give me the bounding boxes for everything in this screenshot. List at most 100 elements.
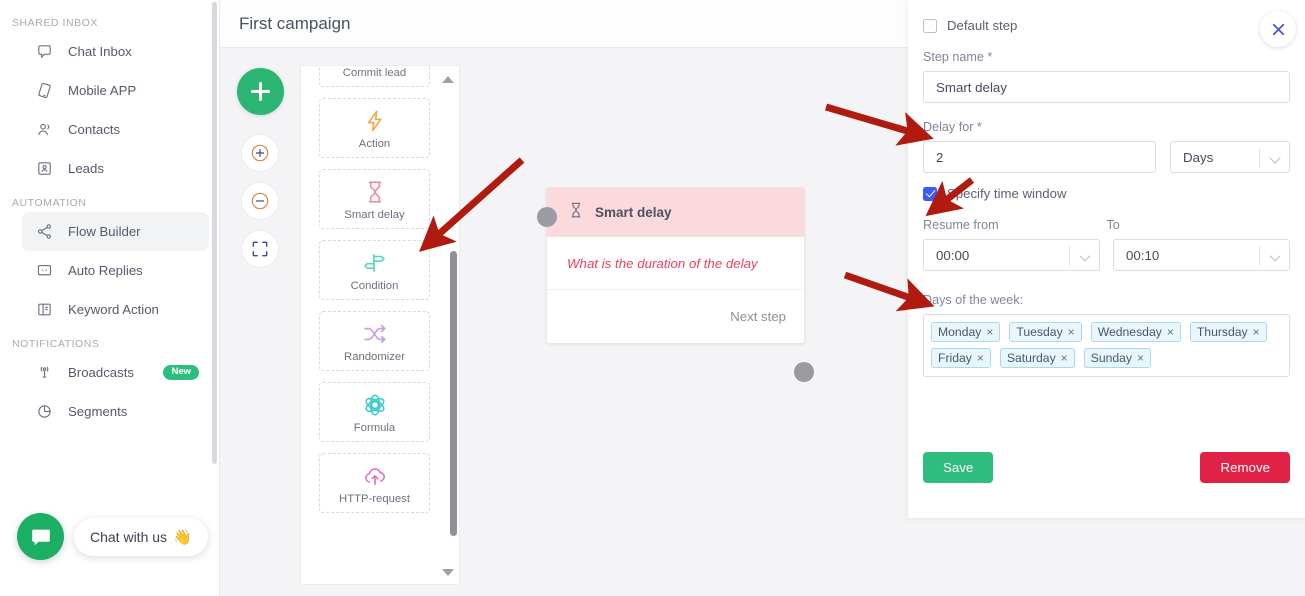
day-tag-sunday[interactable]: Sunday × [1083, 348, 1152, 368]
delay-amount-input[interactable]: 2 [923, 141, 1156, 173]
specify-time-window-row: Specify time window [908, 173, 1305, 201]
sidebar-item-chat-inbox[interactable]: Chat Inbox [22, 32, 209, 71]
segments-icon [34, 402, 54, 422]
palette-item-condition[interactable]: Condition [319, 240, 430, 300]
signpost-icon [362, 248, 388, 278]
day-tag-label: Tuesday [1016, 325, 1063, 339]
save-button[interactable]: Save [923, 452, 994, 483]
hourglass-icon [567, 200, 585, 225]
sidebar-item-segments[interactable]: Segments [22, 392, 209, 431]
remove-tag-icon[interactable]: × [1137, 351, 1144, 365]
sidebar-new-badge: New [163, 365, 199, 380]
sidebar-item-label: Contacts [68, 122, 121, 137]
contacts-icon [34, 120, 54, 140]
scroll-down-arrow-icon[interactable] [442, 569, 454, 576]
mobile-app-icon [34, 81, 54, 101]
palette-item-randomizer[interactable]: Randomizer [319, 311, 430, 371]
day-tag-thursday[interactable]: Thursday × [1189, 322, 1267, 342]
day-tag-saturday[interactable]: Saturday × [999, 348, 1075, 368]
day-tag-label: Thursday [1196, 325, 1248, 339]
resume-from-label: Resume from [923, 218, 999, 232]
specify-time-window-checkbox[interactable] [923, 186, 937, 201]
palette-item-action[interactable]: Action [319, 98, 430, 158]
node-question-text: What is the duration of the delay [567, 255, 758, 271]
select-separator [1259, 148, 1260, 168]
palette-item-formula[interactable]: Formula [319, 382, 430, 442]
step-name-label: Step name * [923, 50, 993, 64]
remove-tag-icon[interactable]: × [977, 351, 984, 365]
remove-button[interactable]: Remove [1200, 452, 1290, 483]
flow-canvas[interactable]: Commit lead Action Smart delay Condition… [220, 48, 910, 596]
delay-for-label: Delay for * [923, 120, 982, 134]
palette-item-commit-lead[interactable]: Commit lead [319, 66, 430, 87]
chat-pill-label: Chat with us [90, 528, 168, 545]
sidebar-item-label: Keyword Action [68, 302, 159, 317]
remove-tag-icon[interactable]: × [1068, 325, 1075, 339]
palette-item-smart-delay[interactable]: Smart delay [319, 169, 430, 229]
palette-item-label: HTTP-request [339, 493, 410, 505]
sidebar-item-leads[interactable]: Leads [22, 149, 209, 188]
zoom-out-icon[interactable] [241, 182, 279, 220]
resume-from-value: 00:00 [936, 247, 970, 263]
add-step-button[interactable] [237, 68, 284, 115]
sidebar-item-flow-builder[interactable]: Flow Builder [22, 212, 209, 251]
day-tag-friday[interactable]: Friday × [931, 348, 991, 368]
lightning-icon [362, 106, 388, 136]
chevron-down-icon [1269, 152, 1281, 164]
node-output-connector[interactable] [794, 362, 814, 382]
close-icon[interactable] [1260, 11, 1296, 47]
flow-node-smart-delay[interactable]: Smart delay What is the duration of the … [537, 187, 814, 382]
remove-tag-icon[interactable]: × [1253, 325, 1260, 339]
sidebar-item-mobile-app[interactable]: Mobile APP [22, 71, 209, 110]
to-select[interactable]: 00:10 [1113, 239, 1290, 271]
node-input-connector[interactable] [537, 207, 557, 227]
day-tag-monday[interactable]: Monday × [931, 322, 1001, 342]
remove-tag-icon[interactable]: × [1167, 325, 1174, 339]
step-name-group: Step name * Smart delay [908, 50, 1305, 103]
delay-unit-select[interactable]: Days [1170, 141, 1290, 173]
sidebar-item-broadcasts[interactable]: Broadcasts New [22, 353, 209, 392]
palette-item-http-request[interactable]: HTTP-request [319, 453, 430, 513]
day-tag-tuesday[interactable]: Tuesday × [1009, 322, 1082, 342]
chat-with-us-button[interactable]: Chat with us 👋 [74, 517, 208, 556]
auto-replies-icon [34, 261, 54, 281]
select-separator [1259, 246, 1260, 266]
palette-item-label: Action [358, 138, 391, 150]
zoom-in-icon[interactable] [241, 134, 279, 172]
sidebar-section-title: SHARED INBOX [12, 17, 98, 29]
sidebar-item-keyword-action[interactable]: Keyword Action [22, 290, 209, 329]
node-title: Smart delay [595, 205, 672, 220]
day-tag-label: Monday [938, 325, 982, 339]
sidebar-item-auto-replies[interactable]: Auto Replies [22, 251, 209, 290]
node-footer: Next step [547, 290, 804, 343]
sidebar-item-label: Broadcasts [68, 365, 134, 380]
days-of-week-input[interactable]: Monday × Tuesday × Wednesday × Thursday … [923, 314, 1290, 377]
palette-item-label: Formula [353, 422, 396, 434]
chat-bubble-icon[interactable] [17, 513, 64, 560]
remove-tag-icon[interactable]: × [1061, 351, 1068, 365]
to-label: To [1106, 218, 1120, 232]
palette-item-label: Smart delay [344, 209, 405, 221]
chevron-down-icon [1079, 250, 1091, 262]
palette-item-label: Commit lead [342, 67, 407, 79]
default-step-label: Default step [947, 18, 1018, 33]
delay-for-group: Delay for * 2 Days [908, 120, 1305, 173]
sidebar-item-contacts[interactable]: Contacts [22, 110, 209, 149]
chat-widget: Chat with us 👋 [17, 513, 208, 560]
remove-tag-icon[interactable]: × [986, 325, 993, 339]
page-title: First campaign [239, 13, 351, 33]
sidebar-item-label: Chat Inbox [68, 44, 132, 59]
sidebar: SHARED INBOX Chat Inbox Mobile APP Conta… [0, 0, 220, 596]
day-tag-wednesday[interactable]: Wednesday × [1090, 322, 1181, 342]
delay-unit-value: Days [1183, 149, 1214, 165]
step-palette[interactable]: Commit lead Action Smart delay Condition… [300, 65, 460, 585]
step-name-input[interactable]: Smart delay [923, 71, 1290, 103]
fit-screen-icon[interactable] [241, 230, 279, 268]
shuffle-icon [362, 319, 388, 349]
scroll-up-arrow-icon[interactable] [442, 76, 454, 83]
sidebar-item-label: Flow Builder [68, 224, 141, 239]
palette-scroll-thumb[interactable] [450, 251, 457, 536]
sidebar-scrollbar[interactable] [212, 2, 217, 464]
resume-from-select[interactable]: 00:00 [923, 239, 1100, 271]
default-step-checkbox[interactable] [923, 18, 937, 33]
